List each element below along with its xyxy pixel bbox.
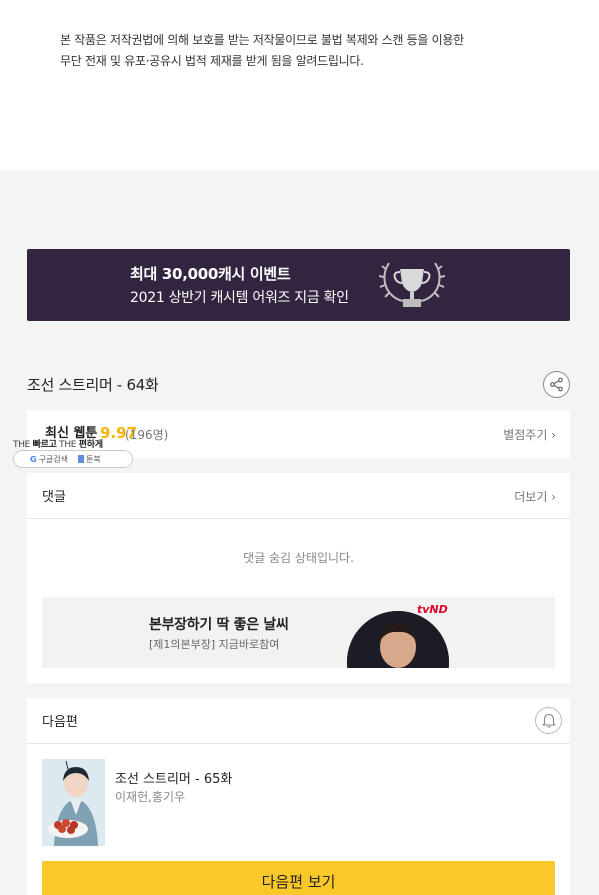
rating-count: (196명)	[125, 428, 169, 442]
comments-more-link[interactable]: 더보기 ›	[514, 488, 556, 505]
next-episode-header: 다음편	[27, 698, 570, 744]
next-episode-title[interactable]: 조선 스트리머 - 65화	[115, 768, 232, 787]
promo-photo	[347, 611, 449, 668]
next-episode-card: 다음편 조선 스트리머 - 65화 이재헌,홍기우 다음편 보기	[27, 698, 570, 895]
copyright-notice: 본 작품은 저작권법에 의해 보호를 받는 저작물이므로 불법 복제와 스캔 등…	[60, 30, 464, 72]
next-episode-label: 다음편	[42, 715, 78, 730]
event-banner[interactable]: 최대 30,000캐시 이벤트 2021 상반기 캐시템 어워즈 지금 확인	[27, 249, 570, 321]
share-button[interactable]	[543, 371, 570, 398]
next-episode-button[interactable]: 다음편 보기	[42, 861, 555, 895]
overlay-ad-slogan[interactable]: THE 빠르고 THE 편하게	[13, 437, 103, 450]
bell-icon	[541, 713, 556, 728]
trophy-icon	[379, 262, 445, 307]
tvn-logo: tvND	[417, 603, 448, 616]
promo-subtitle: [제1의본부장] 지금바로참여	[149, 638, 280, 651]
comments-label: 댓글	[42, 490, 66, 505]
promo-banner[interactable]: 본부장하기 딱 좋은 날씨 [제1의본부장] 지금바로참여 tvND	[42, 597, 555, 668]
comments-header: 댓글 더보기 ›	[27, 473, 570, 519]
book-icon	[78, 455, 85, 463]
google-search-link[interactable]: G 구글검색	[30, 454, 68, 465]
rate-button[interactable]: 별점주기 ›	[503, 426, 556, 443]
next-episode-thumbnail[interactable]	[42, 759, 105, 846]
next-episode-authors: 이재헌,홍기우	[115, 790, 186, 804]
copyright-notice-line1: 본 작품은 저작권법에 의해 보호를 받는 저작물이므로 불법 복제와 스캔 등…	[60, 33, 464, 47]
notification-button[interactable]	[535, 707, 562, 734]
promo-title: 본부장하기 딱 좋은 날씨	[149, 617, 289, 633]
toonbook-link[interactable]: 툰북	[78, 454, 101, 465]
copyright-notice-line2: 무단 전재 및 유포·공유시 법적 제재를 받게 됨을 알려드립니다.	[60, 54, 364, 68]
banner-title: 최대 30,000캐시 이벤트	[130, 265, 291, 283]
google-icon: G	[30, 454, 37, 464]
overlay-search-pill[interactable]: G 구글검색 툰북	[13, 450, 133, 468]
episode-title: 조선 스트리머 - 64화	[27, 376, 159, 394]
share-icon	[550, 377, 563, 392]
comments-hidden-message: 댓글 숨김 상태입니다.	[243, 551, 354, 565]
banner-subtitle: 2021 상반기 캐시템 어워즈 지금 확인	[130, 290, 349, 306]
copyright-notice-area: 본 작품은 저작권법에 의해 보호를 받는 저작물이므로 불법 복제와 스캔 등…	[0, 0, 599, 170]
comments-card: 댓글 더보기 › 댓글 숨김 상태입니다. 본부장하기 딱 좋은 날씨 [제1의…	[27, 473, 570, 683]
